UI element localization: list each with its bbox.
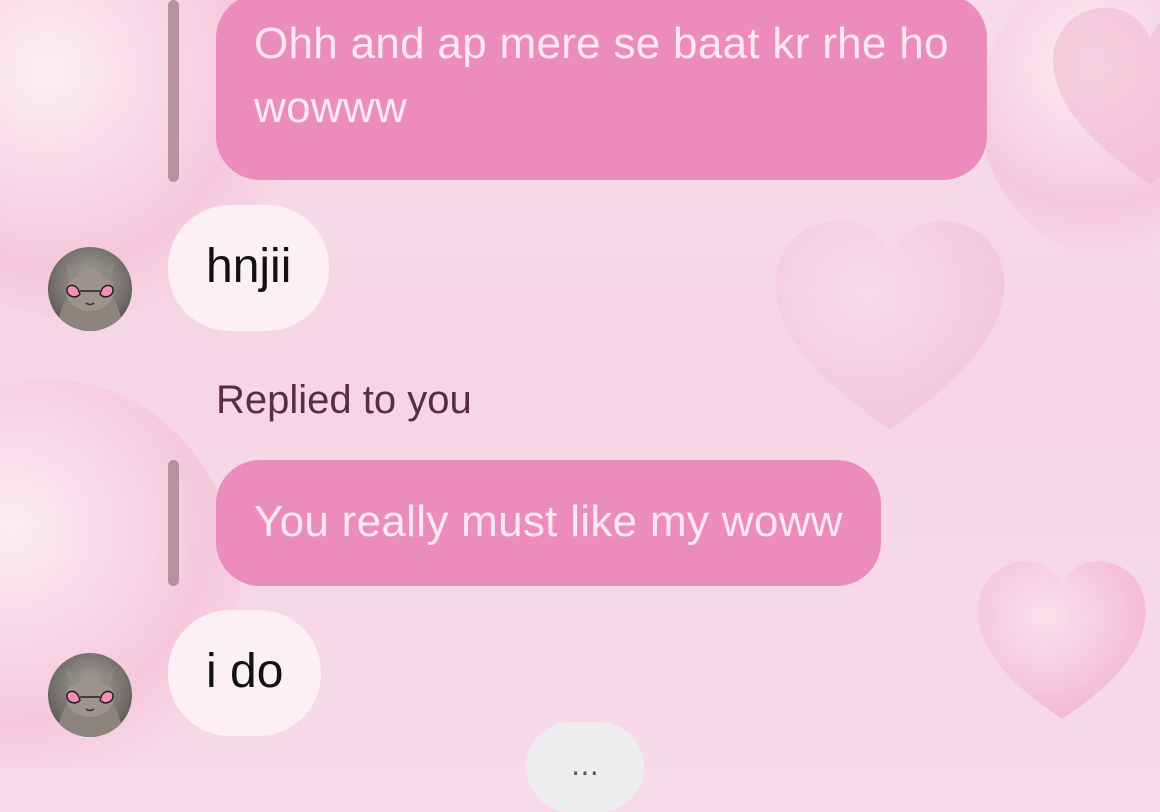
their-message-bubble[interactable]: hnjii	[168, 205, 330, 331]
message-text: hnjii	[206, 240, 292, 293]
contact-avatar[interactable]	[48, 653, 132, 737]
replied-to-you-label: Replied to you	[216, 378, 472, 422]
more-options-button[interactable]: ⋯	[526, 722, 644, 812]
reply-indicator-bar	[168, 0, 179, 182]
reply-indicator-bar	[168, 460, 179, 586]
heart-icon	[962, 548, 1160, 738]
message-text: Ohh and ap mere se baat kr rhe ho wowww	[254, 19, 949, 132]
their-message-bubble[interactable]: i do	[168, 610, 322, 736]
heart-icon	[1040, 0, 1160, 220]
my-message-bubble[interactable]: You really must like my woww	[216, 460, 881, 586]
message-text: i do	[206, 645, 284, 698]
message-text: You really must like my woww	[254, 497, 843, 546]
more-dots-icon: ⋯	[571, 757, 599, 788]
heart-icon	[760, 200, 1020, 460]
contact-avatar[interactable]	[48, 247, 132, 331]
my-message-bubble[interactable]: Ohh and ap mere se baat kr rhe ho wowww	[216, 0, 987, 180]
